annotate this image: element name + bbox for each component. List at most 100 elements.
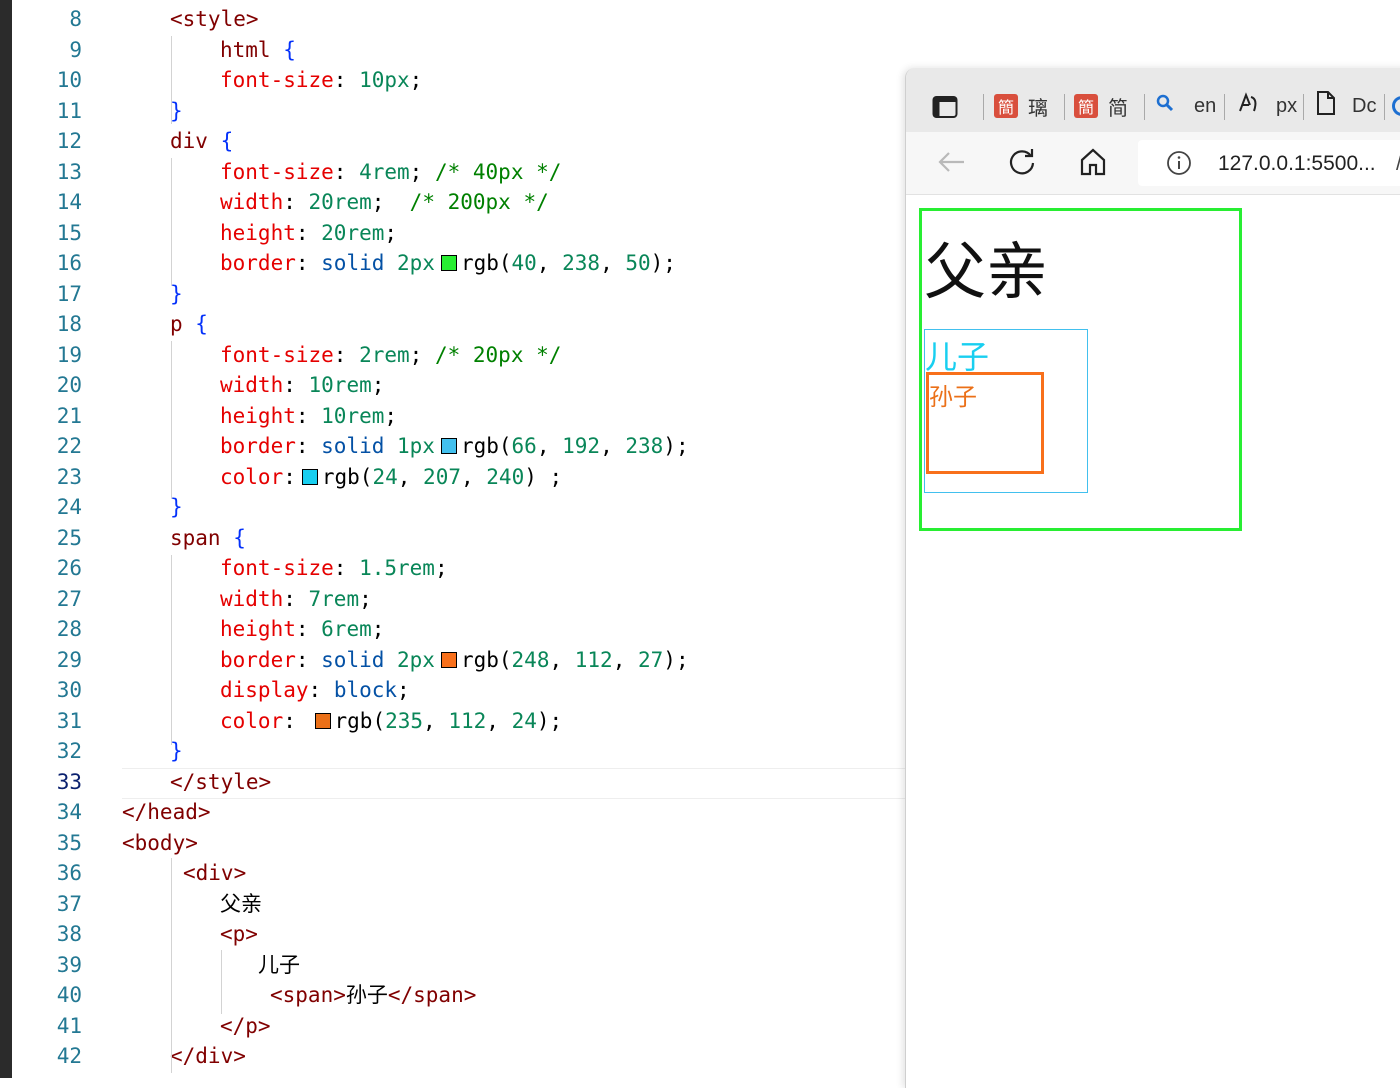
code-line[interactable]: display: block; (220, 675, 410, 705)
code-token: </div> (170, 1044, 246, 1068)
code-token: { (182, 312, 208, 336)
code-line[interactable]: </head> (122, 797, 211, 827)
line-number: 24 (56, 495, 82, 519)
tab-3[interactable]: en (1156, 90, 1216, 122)
code-line[interactable]: font-size: 4rem; /* 40px */ (220, 157, 561, 187)
color-swatch-icon[interactable] (440, 438, 457, 454)
code-token: border (220, 647, 296, 672)
code-line[interactable]: <p> (220, 919, 258, 949)
red-favicon-icon: 簡 (994, 94, 1018, 118)
color-swatch-icon[interactable] (314, 712, 331, 729)
tab-5[interactable]: Dc (1316, 90, 1376, 122)
code-token: rgb( (321, 464, 373, 489)
code-line[interactable]: color: rgb(24, 207, 240) ; (220, 462, 562, 492)
code-token: : (333, 68, 360, 92)
code-token: solid (321, 647, 398, 672)
code-line[interactable]: height: 6rem; (220, 614, 384, 644)
code-token: 孙子 (345, 983, 388, 1007)
line-number: 40 (56, 983, 82, 1007)
translate-icon (1236, 91, 1260, 121)
line-number: 41 (56, 1013, 82, 1038)
code-token: border (220, 251, 296, 275)
refresh-icon[interactable] (1008, 148, 1036, 181)
code-line[interactable]: height: 20rem; (220, 218, 397, 248)
indent-guide (171, 158, 172, 286)
code-token: display (220, 678, 309, 702)
back-arrow-icon[interactable] (936, 150, 966, 179)
code-token: 7rem (308, 586, 360, 611)
code-token: 24 (372, 464, 398, 489)
color-swatch-icon[interactable] (440, 255, 457, 271)
tab-separator (983, 94, 984, 120)
code-token: , (549, 647, 575, 672)
code-token: </style> (170, 769, 272, 794)
tab-1[interactable]: 簡 璃 (994, 90, 1048, 122)
code-token: </head> (122, 800, 211, 824)
rendered-div-box: 父亲 儿子 孙子 (919, 208, 1242, 531)
code-line[interactable]: span { (170, 523, 246, 553)
code-line[interactable]: border: solid 1px rgb(66, 192, 238); (220, 431, 689, 461)
code-line[interactable]: border: solid 2px rgb(248, 112, 27); (220, 645, 689, 675)
code-line[interactable]: 儿子 (258, 950, 300, 980)
code-token: height (220, 617, 296, 641)
code-token: 112 (448, 708, 487, 733)
code-line[interactable]: <style> (170, 4, 259, 34)
code-token: 50 (625, 251, 651, 275)
code-line[interactable]: font-size: 10px; (220, 65, 422, 95)
tab-4[interactable]: px (1236, 90, 1297, 122)
indent-guide (171, 555, 172, 745)
line-number: 42 (56, 1044, 82, 1068)
code-line[interactable]: border: solid 2px rgb(40, 238, 50); (220, 248, 676, 278)
code-token: 10rem (321, 403, 385, 428)
code-token: rgb( (334, 708, 386, 733)
code-token: </span> (387, 983, 477, 1007)
navigation-bar: 127.0.0.1:5500... / (906, 132, 1400, 195)
tab-2[interactable]: 簡 简 (1074, 90, 1128, 122)
code-line[interactable]: height: 10rem; (220, 401, 397, 431)
code-line[interactable]: 父亲 (220, 889, 262, 919)
info-icon[interactable] (1166, 150, 1192, 181)
code-token: ); (650, 251, 676, 275)
line-number: 23 (56, 464, 82, 489)
code-line[interactable]: </p> (220, 1011, 271, 1041)
color-swatch-icon[interactable] (301, 468, 318, 485)
line-number: 9 (69, 37, 82, 62)
code-line[interactable]: font-size: 2rem; /* 20px */ (220, 340, 561, 370)
code-token: ; (384, 403, 398, 428)
code-token: <span> (270, 983, 346, 1007)
code-token: solid (321, 434, 398, 458)
code-line[interactable]: p { (170, 309, 208, 339)
home-icon[interactable] (1080, 148, 1106, 181)
line-number: 34 (56, 800, 82, 824)
code-area[interactable]: <style> html {font-size: 10px;} div {font-… (122, 0, 905, 1078)
tab-separator (1224, 94, 1225, 120)
code-token: ); (663, 647, 689, 672)
code-line[interactable]: html { (220, 35, 296, 65)
code-line[interactable]: <span>孙子</span> (270, 980, 476, 1010)
address-bar[interactable]: 127.0.0.1:5500... / (1138, 140, 1400, 186)
color-swatch-icon[interactable] (440, 651, 457, 668)
code-line[interactable]: <div> (183, 858, 246, 888)
code-line[interactable]: width: 10rem; (220, 370, 384, 400)
code-line[interactable]: color: rgb(235, 112, 24); (220, 706, 562, 736)
code-token: , (536, 251, 563, 275)
code-line[interactable]: width: 7rem; (220, 584, 372, 614)
code-line[interactable]: </style> (170, 767, 271, 797)
code-line[interactable]: font-size: 1.5rem; (220, 553, 448, 583)
code-token: ; (397, 678, 410, 702)
code-token: /* 20px */ (434, 342, 562, 367)
code-token: : (308, 678, 334, 702)
code-line[interactable]: </div> (170, 1041, 246, 1071)
code-token: , (423, 708, 449, 733)
tab-actions-icon[interactable] (932, 95, 958, 124)
code-token: ; (409, 159, 435, 184)
code-line[interactable]: div { (170, 126, 233, 156)
code-line[interactable]: width: 20rem; /* 200px */ (220, 187, 549, 217)
page-icon (1316, 90, 1336, 122)
tab-2-label: 简 (1108, 97, 1128, 120)
tab-separator (1303, 94, 1304, 120)
indent-guide (171, 341, 172, 499)
code-token: 2px (397, 251, 435, 275)
code-token: 10rem (308, 373, 372, 397)
code-line[interactable]: <body> (122, 828, 198, 858)
